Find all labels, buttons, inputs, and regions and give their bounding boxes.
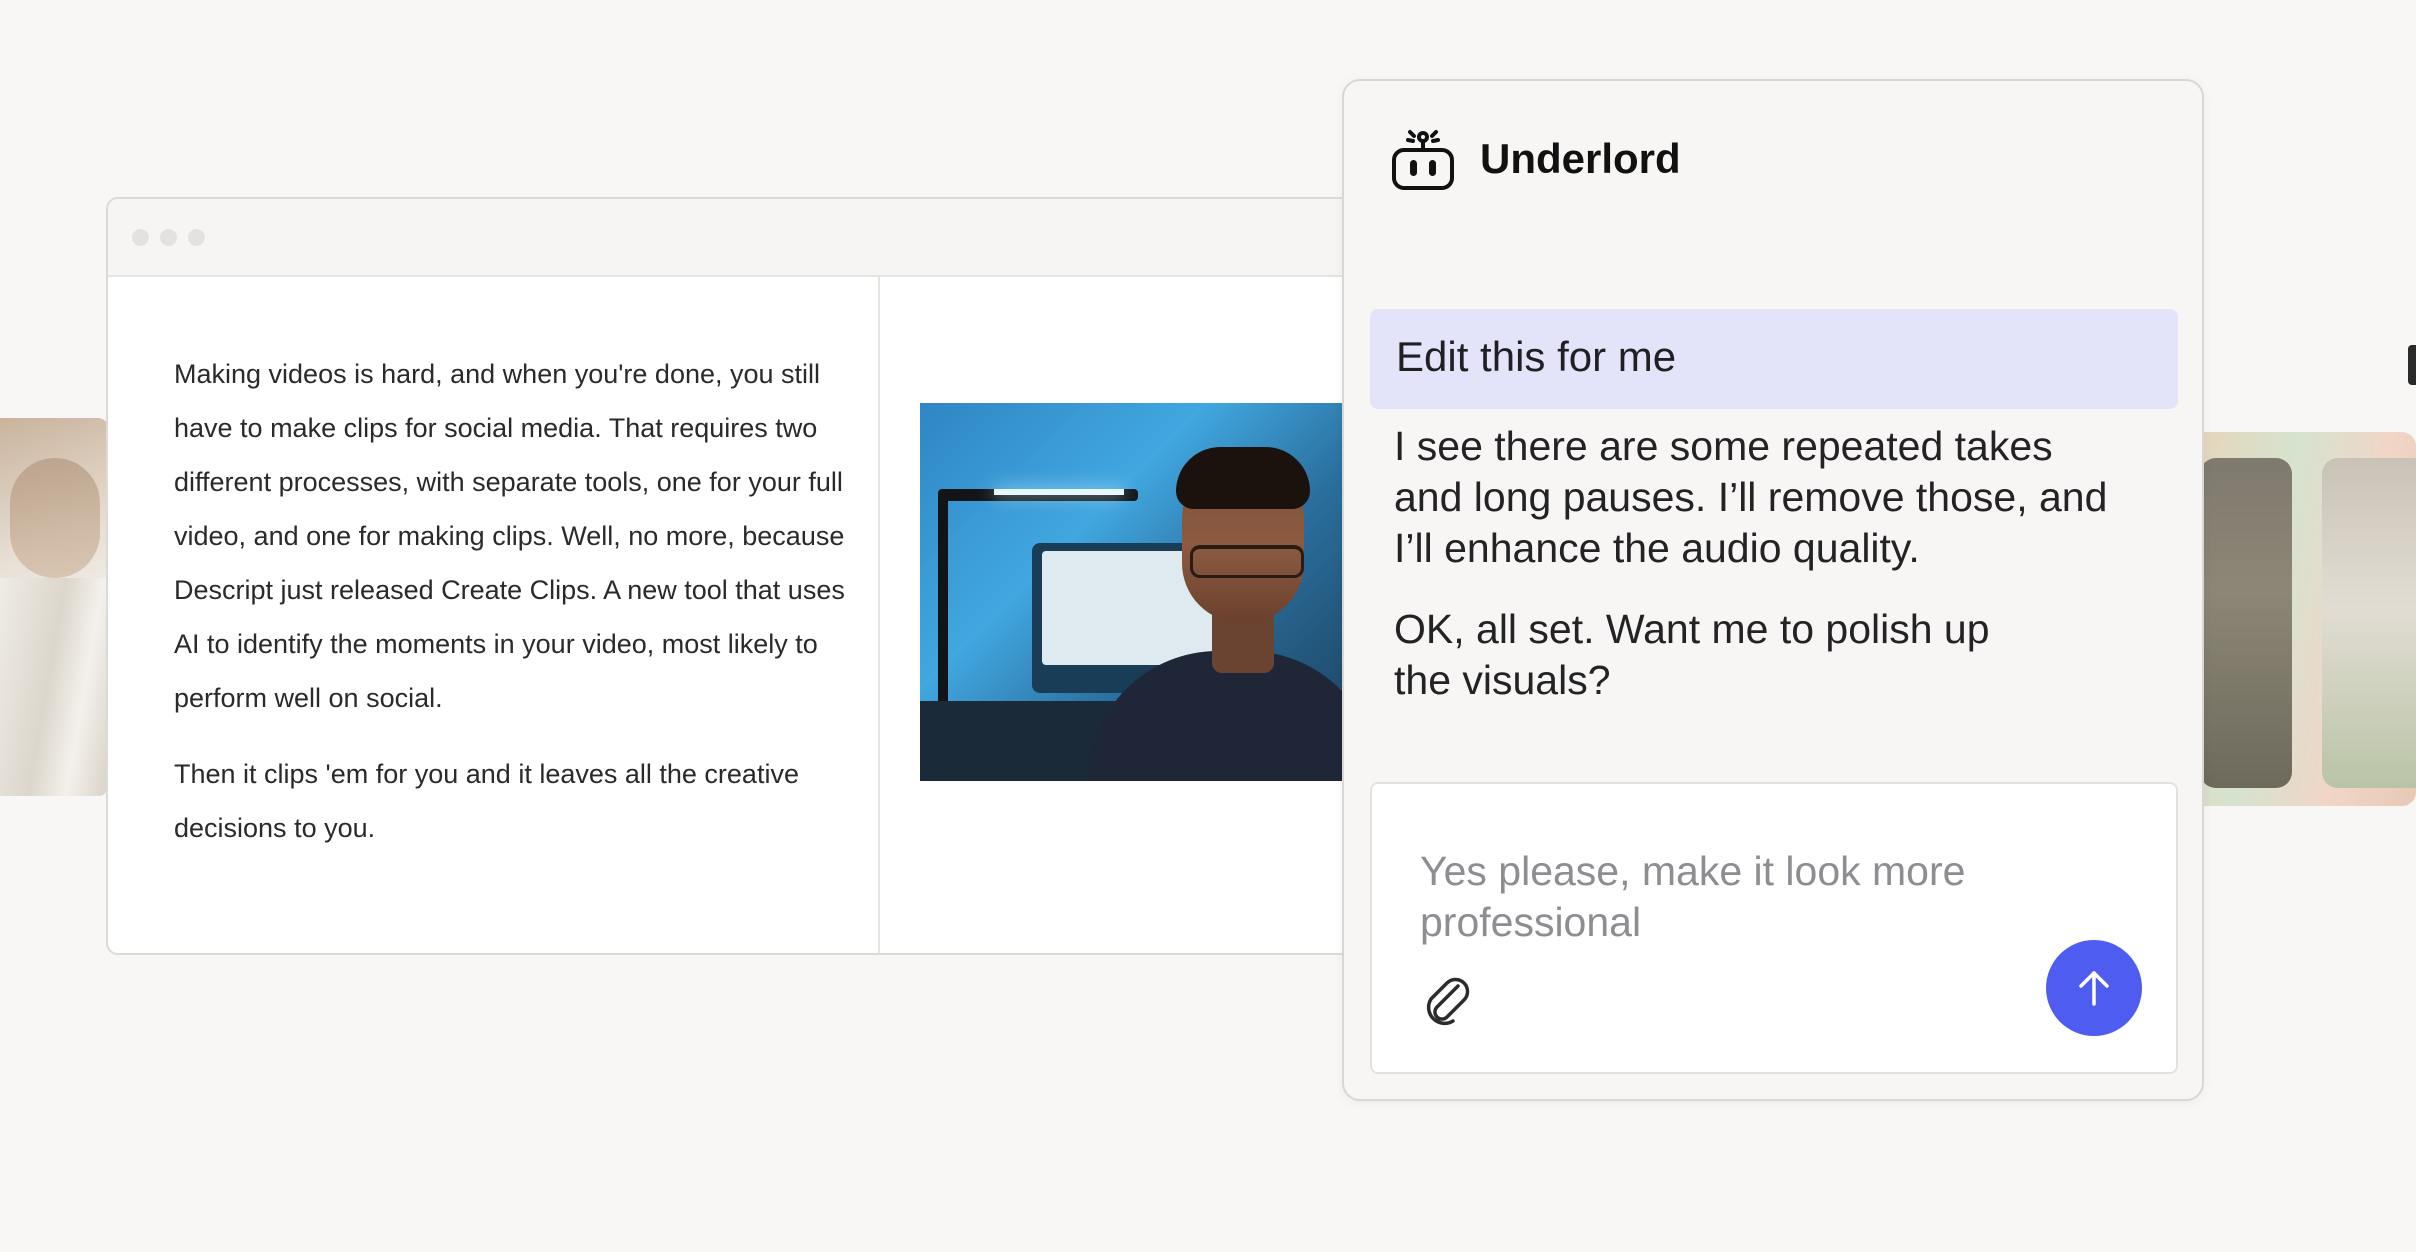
arrow-up-icon [2079, 971, 2109, 1006]
chat-header: Underlord [1388, 119, 1681, 199]
presenter-glasses [1190, 545, 1304, 578]
window-close-dot[interactable] [132, 229, 149, 246]
chat-title: Underlord [1480, 135, 1681, 182]
paperclip-icon[interactable] [1420, 972, 1474, 1026]
chat-composer: Yes please, make it look more profession… [1370, 782, 2178, 1074]
background-video-thumbnail-right [2180, 432, 2416, 806]
window-titlebar [108, 199, 1404, 277]
thumbnail-frame-2 [2322, 458, 2416, 788]
send-button[interactable] [2046, 940, 2142, 1036]
background-edge-marker [2408, 345, 2416, 385]
transcript-paragraph[interactable]: Then it clips 'em for you and it leaves … [174, 747, 850, 855]
video-preview[interactable] [920, 403, 1360, 781]
thumbnail-frame-1 [2200, 458, 2292, 788]
window-minimize-dot[interactable] [160, 229, 177, 246]
background-video-thumbnail-left [0, 418, 108, 796]
editor-window: Making videos is hard, and when you're d… [106, 197, 1406, 955]
assistant-message: OK, all set. Want me to polish up the vi… [1394, 606, 1990, 703]
underlord-chat-panel: Underlord Edit this for me I see there a… [1342, 79, 2204, 1101]
robot-icon [1392, 130, 1454, 190]
chat-input[interactable]: Yes please, make it look more profession… [1420, 846, 2040, 956]
transcript-paragraph[interactable]: Making videos is hard, and when you're d… [174, 347, 850, 725]
user-message: Edit this for me [1370, 309, 2178, 409]
scene-lamp-light [994, 489, 1124, 495]
transcript-panel[interactable]: Making videos is hard, and when you're d… [108, 277, 880, 953]
thumbnail-shirt [0, 578, 108, 796]
assistant-message: I see there are some repeated takes and … [1394, 423, 2108, 571]
window-zoom-dot[interactable] [188, 229, 205, 246]
thumbnail-person [10, 458, 100, 578]
